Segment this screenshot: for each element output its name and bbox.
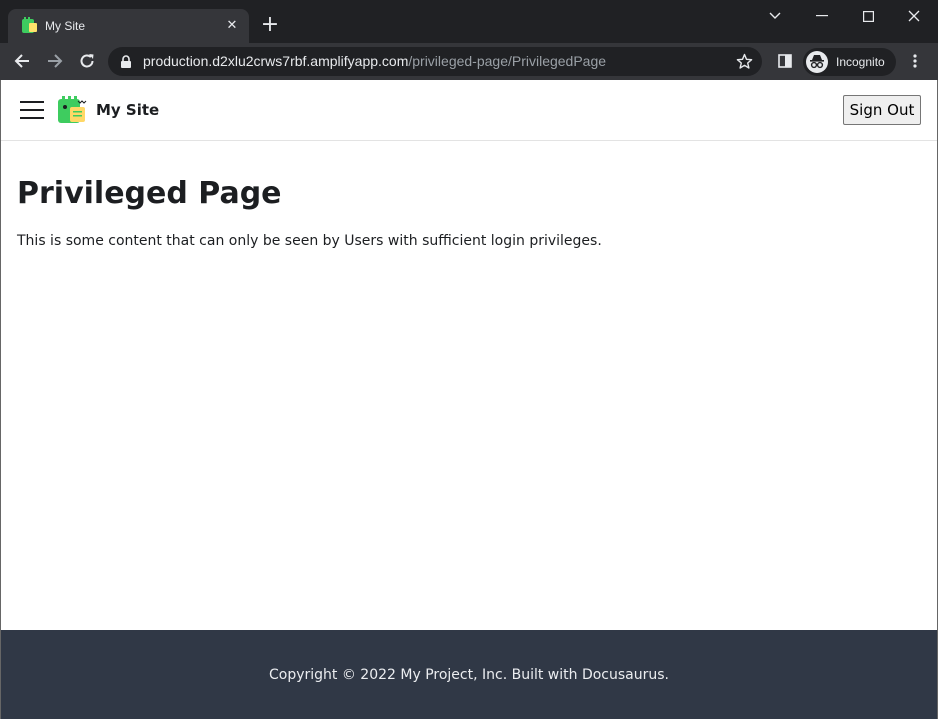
hamburger-menu-icon[interactable] (19, 98, 45, 122)
bookmark-star-icon[interactable] (736, 53, 753, 70)
maximize-icon[interactable] (845, 0, 891, 32)
site-favicon-icon (22, 17, 37, 33)
address-bar[interactable]: production.d2xlu2crws7rbf.amplifyapp.com… (108, 47, 762, 76)
url-host: production.d2xlu2crws7rbf.amplifyapp.com (143, 53, 409, 69)
new-tab-icon[interactable]: + (259, 14, 281, 37)
site-footer: Copyright © 2022 My Project, Inc. Built … (1, 630, 937, 719)
lock-icon[interactable] (120, 55, 132, 68)
incognito-icon (806, 51, 828, 73)
incognito-label: Incognito (836, 55, 885, 69)
site-title[interactable]: My Site (96, 100, 159, 120)
close-window-icon[interactable] (891, 0, 937, 32)
incognito-badge[interactable]: Incognito (803, 48, 896, 76)
browser-menu-icon[interactable] (903, 49, 927, 73)
browser-tab[interactable]: My Site ✕ (8, 9, 249, 43)
page-body-text: This is some content that can only be se… (17, 233, 602, 249)
browser-tabstrip: My Site ✕ + (0, 0, 938, 43)
side-panel-icon[interactable] (773, 49, 797, 73)
reload-icon[interactable] (75, 49, 99, 73)
page-title: Privileged Page (17, 176, 282, 211)
close-tab-icon[interactable]: ✕ (224, 18, 240, 34)
browser-toolbar: production.d2xlu2crws7rbf.amplifyapp.com… (0, 43, 938, 80)
footer-copyright: Copyright © 2022 My Project, Inc. Built … (269, 667, 669, 683)
forward-arrow-icon[interactable] (43, 49, 67, 73)
tab-search-icon[interactable] (752, 0, 798, 32)
site-logo-icon[interactable] (56, 96, 88, 124)
minimize-icon[interactable] (799, 0, 845, 32)
site-navbar: My Site Sign Out (1, 80, 937, 141)
url-text[interactable]: production.d2xlu2crws7rbf.amplifyapp.com… (143, 53, 606, 70)
back-arrow-icon[interactable] (10, 49, 34, 73)
window-border-left (0, 80, 1, 719)
sign-out-button[interactable]: Sign Out (843, 95, 921, 125)
tab-title: My Site (45, 19, 86, 33)
url-path: /privileged-page/PrivilegedPage (408, 53, 607, 69)
